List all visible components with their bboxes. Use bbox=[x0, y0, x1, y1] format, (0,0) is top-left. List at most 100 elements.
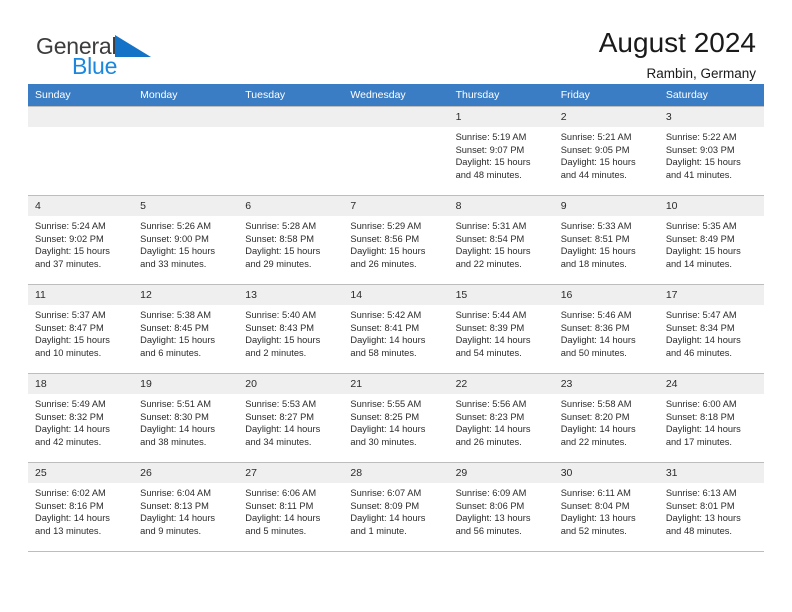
calendar-day-cell[interactable]: 20 Sunrise: 5:53 AM Sunset: 8:27 PM Dayligh… bbox=[238, 373, 344, 463]
calendar-day-cell[interactable]: 16 Sunrise: 5:46 AM Sunset: 8:36 PM Dayligh… bbox=[553, 284, 659, 374]
sunset-time: Sunset: 8:56 PM bbox=[350, 233, 420, 244]
calendar-day-cell[interactable]: 18 Sunrise: 5:49 AM Sunset: 8:32 PM Dayligh… bbox=[28, 373, 134, 463]
daylight-duration-line1: Daylight: 15 hours bbox=[560, 246, 636, 257]
calendar-day-cell[interactable]: 6 Sunrise: 5:28 AM Sunset: 8:58 PM Daylight… bbox=[238, 195, 344, 285]
day-sun-info: Sunrise: 5:58 AM Sunset: 8:20 PM Daylight:… bbox=[554, 394, 659, 448]
sunrise-time: Sunrise: 5:51 AM bbox=[140, 399, 211, 409]
daylight-duration-line1: Daylight: 13 hours bbox=[455, 513, 531, 524]
calendar-day-cell[interactable]: 28 Sunrise: 6:07 AM Sunset: 8:09 PM Dayligh… bbox=[343, 462, 449, 552]
calendar-body: 1 Sunrise: 5:19 AM Sunset: 9:07 PM Daylight… bbox=[28, 106, 764, 552]
calendar-day-cell[interactable]: 22 Sunrise: 5:56 AM Sunset: 8:23 PM Dayligh… bbox=[448, 373, 554, 463]
daylight-duration-line1: Daylight: 15 hours bbox=[35, 335, 110, 346]
calendar-day-cell[interactable]: 21 Sunrise: 5:55 AM Sunset: 8:25 PM Dayligh… bbox=[343, 373, 449, 463]
calendar-day-cell[interactable]: 29 Sunrise: 6:09 AM Sunset: 8:06 PM Dayligh… bbox=[448, 462, 554, 552]
day-sun-info: Sunrise: 6:09 AM Sunset: 8:06 PM Daylight:… bbox=[449, 483, 554, 537]
sunrise-time: Sunrise: 5:55 AM bbox=[350, 399, 422, 409]
sunset-time: Sunset: 9:07 PM bbox=[455, 144, 525, 155]
day-number: 14 bbox=[343, 285, 449, 305]
sunset-time: Sunset: 8:23 PM bbox=[455, 411, 525, 422]
calendar-day-cell[interactable]: 12 Sunrise: 5:38 AM Sunset: 8:45 PM Dayligh… bbox=[133, 284, 239, 374]
calendar-day-cell[interactable]: 11 Sunrise: 5:37 AM Sunset: 8:47 PM Dayligh… bbox=[28, 284, 134, 374]
sunrise-time: Sunrise: 5:19 AM bbox=[455, 132, 527, 142]
day-number: 26 bbox=[133, 463, 239, 483]
day-sun-info: Sunrise: 5:29 AM Sunset: 8:56 PM Daylight:… bbox=[343, 216, 448, 270]
calendar-day-cell[interactable]: 8 Sunrise: 5:31 AM Sunset: 8:54 PM Daylight… bbox=[448, 195, 554, 285]
day-sun-info: Sunrise: 6:02 AM Sunset: 8:16 PM Daylight:… bbox=[28, 483, 133, 537]
daylight-duration-line2: and 5 minutes. bbox=[245, 525, 307, 536]
day-number: 7 bbox=[343, 196, 449, 216]
day-sun-info: Sunrise: 5:22 AM Sunset: 9:03 PM Daylight:… bbox=[659, 127, 764, 181]
sunset-time: Sunset: 8:13 PM bbox=[140, 500, 209, 511]
day-number bbox=[238, 107, 344, 127]
weekday-header-monday: Monday bbox=[133, 84, 239, 107]
page-header: General Blue August 2024 Rambin, Germany bbox=[0, 0, 792, 80]
general-blue-logo: General Blue bbox=[36, 28, 152, 78]
calendar-day-cell[interactable]: 15 Sunrise: 5:44 AM Sunset: 8:39 PM Dayligh… bbox=[448, 284, 554, 374]
calendar-day-cell[interactable]: 5 Sunrise: 5:26 AM Sunset: 9:00 PM Daylight… bbox=[133, 195, 239, 285]
sunrise-time: Sunrise: 5:35 AM bbox=[665, 221, 737, 231]
daylight-duration-line1: Daylight: 14 hours bbox=[560, 424, 636, 435]
calendar-day-cell[interactable]: 31 Sunrise: 6:13 AM Sunset: 8:01 PM Dayligh… bbox=[658, 462, 764, 552]
calendar-day-cell[interactable]: 13 Sunrise: 5:40 AM Sunset: 8:43 PM Dayligh… bbox=[238, 284, 344, 374]
day-number: 28 bbox=[343, 463, 449, 483]
sunset-time: Sunset: 8:49 PM bbox=[665, 233, 735, 244]
daylight-duration-line1: Daylight: 14 hours bbox=[665, 335, 741, 346]
day-number bbox=[343, 107, 449, 127]
calendar-day-cell[interactable]: 10 Sunrise: 5:35 AM Sunset: 8:49 PM Dayligh… bbox=[658, 195, 764, 285]
day-sun-info: Sunrise: 5:26 AM Sunset: 9:00 PM Daylight:… bbox=[133, 216, 238, 270]
sunset-time: Sunset: 8:47 PM bbox=[35, 322, 104, 333]
sunrise-time: Sunrise: 6:06 AM bbox=[245, 488, 317, 498]
daylight-duration-line2: and 26 minutes. bbox=[455, 436, 522, 447]
calendar-day-cell[interactable]: 25 Sunrise: 6:02 AM Sunset: 8:16 PM Dayligh… bbox=[28, 462, 134, 552]
calendar-day-cell[interactable]: 3 Sunrise: 5:22 AM Sunset: 9:03 PM Daylight… bbox=[658, 106, 764, 196]
calendar-day-cell[interactable]: 19 Sunrise: 5:51 AM Sunset: 8:30 PM Dayligh… bbox=[133, 373, 239, 463]
daylight-duration-line2: and 44 minutes. bbox=[560, 169, 627, 180]
daylight-duration-line2: and 1 minute. bbox=[350, 525, 407, 536]
daylight-duration-line2: and 41 minutes. bbox=[665, 169, 732, 180]
calendar-day-cell[interactable]: 14 Sunrise: 5:42 AM Sunset: 8:41 PM Dayligh… bbox=[343, 284, 449, 374]
daylight-duration-line2: and 52 minutes. bbox=[560, 525, 627, 536]
sunset-time: Sunset: 8:27 PM bbox=[245, 411, 315, 422]
sunrise-time: Sunrise: 6:00 AM bbox=[665, 399, 737, 409]
day-number: 21 bbox=[343, 374, 449, 394]
calendar-week-row: 11 Sunrise: 5:37 AM Sunset: 8:47 PM Dayligh… bbox=[28, 284, 764, 374]
daylight-duration-line1: Daylight: 14 hours bbox=[455, 335, 531, 346]
day-sun-info: Sunrise: 5:21 AM Sunset: 9:05 PM Daylight:… bbox=[554, 127, 659, 181]
day-sun-info: Sunrise: 5:51 AM Sunset: 8:30 PM Daylight:… bbox=[133, 394, 238, 448]
sunrise-time: Sunrise: 5:26 AM bbox=[140, 221, 211, 231]
daylight-duration-line2: and 22 minutes. bbox=[560, 436, 627, 447]
page-subtitle-location: Rambin, Germany bbox=[646, 65, 756, 81]
day-number bbox=[133, 107, 239, 127]
calendar-day-cell[interactable]: 23 Sunrise: 5:58 AM Sunset: 8:20 PM Dayligh… bbox=[553, 373, 659, 463]
sunset-time: Sunset: 8:01 PM bbox=[665, 500, 735, 511]
day-number: 9 bbox=[553, 196, 659, 216]
calendar-day-cell[interactable]: 26 Sunrise: 6:04 AM Sunset: 8:13 PM Dayligh… bbox=[133, 462, 239, 552]
calendar-day-cell[interactable]: 4 Sunrise: 5:24 AM Sunset: 9:02 PM Daylight… bbox=[28, 195, 134, 285]
calendar-day-cell[interactable]: 1 Sunrise: 5:19 AM Sunset: 9:07 PM Daylight… bbox=[448, 106, 554, 196]
calendar-day-cell[interactable]: 24 Sunrise: 6:00 AM Sunset: 8:18 PM Dayligh… bbox=[658, 373, 764, 463]
sunrise-time: Sunrise: 5:44 AM bbox=[455, 310, 527, 320]
daylight-duration-line1: Daylight: 15 hours bbox=[140, 335, 216, 346]
calendar-day-cell[interactable]: 2 Sunrise: 5:21 AM Sunset: 9:05 PM Daylight… bbox=[553, 106, 659, 196]
calendar-day-cell[interactable]: 9 Sunrise: 5:33 AM Sunset: 8:51 PM Daylight… bbox=[553, 195, 659, 285]
calendar-day-cell[interactable]: 17 Sunrise: 5:47 AM Sunset: 8:34 PM Dayligh… bbox=[658, 284, 764, 374]
calendar-day-cell-empty bbox=[28, 106, 134, 196]
calendar-day-cell[interactable]: 27 Sunrise: 6:06 AM Sunset: 8:11 PM Dayligh… bbox=[238, 462, 344, 552]
daylight-duration-line1: Daylight: 15 hours bbox=[560, 157, 636, 168]
sunrise-time: Sunrise: 5:42 AM bbox=[350, 310, 422, 320]
sunrise-time: Sunrise: 5:22 AM bbox=[665, 132, 737, 142]
calendar-day-cell[interactable]: 30 Sunrise: 6:11 AM Sunset: 8:04 PM Dayligh… bbox=[553, 462, 659, 552]
daylight-duration-line2: and 54 minutes. bbox=[455, 347, 522, 358]
sunset-time: Sunset: 8:11 PM bbox=[245, 500, 314, 511]
day-number: 23 bbox=[553, 374, 659, 394]
day-sun-info: Sunrise: 5:19 AM Sunset: 9:07 PM Daylight:… bbox=[449, 127, 554, 181]
calendar-header-row: Sunday Monday Tuesday Wednesday Thursday… bbox=[28, 84, 764, 107]
calendar-day-cell[interactable]: 7 Sunrise: 5:29 AM Sunset: 8:56 PM Daylight… bbox=[343, 195, 449, 285]
daylight-duration-line2: and 18 minutes. bbox=[560, 258, 627, 269]
day-number: 31 bbox=[658, 463, 764, 483]
sunset-time: Sunset: 8:51 PM bbox=[560, 233, 630, 244]
daylight-duration-line1: Daylight: 14 hours bbox=[350, 335, 426, 346]
day-sun-info: Sunrise: 6:13 AM Sunset: 8:01 PM Daylight:… bbox=[659, 483, 764, 537]
day-number: 20 bbox=[238, 374, 344, 394]
day-sun-info: Sunrise: 5:28 AM Sunset: 8:58 PM Daylight:… bbox=[238, 216, 343, 270]
